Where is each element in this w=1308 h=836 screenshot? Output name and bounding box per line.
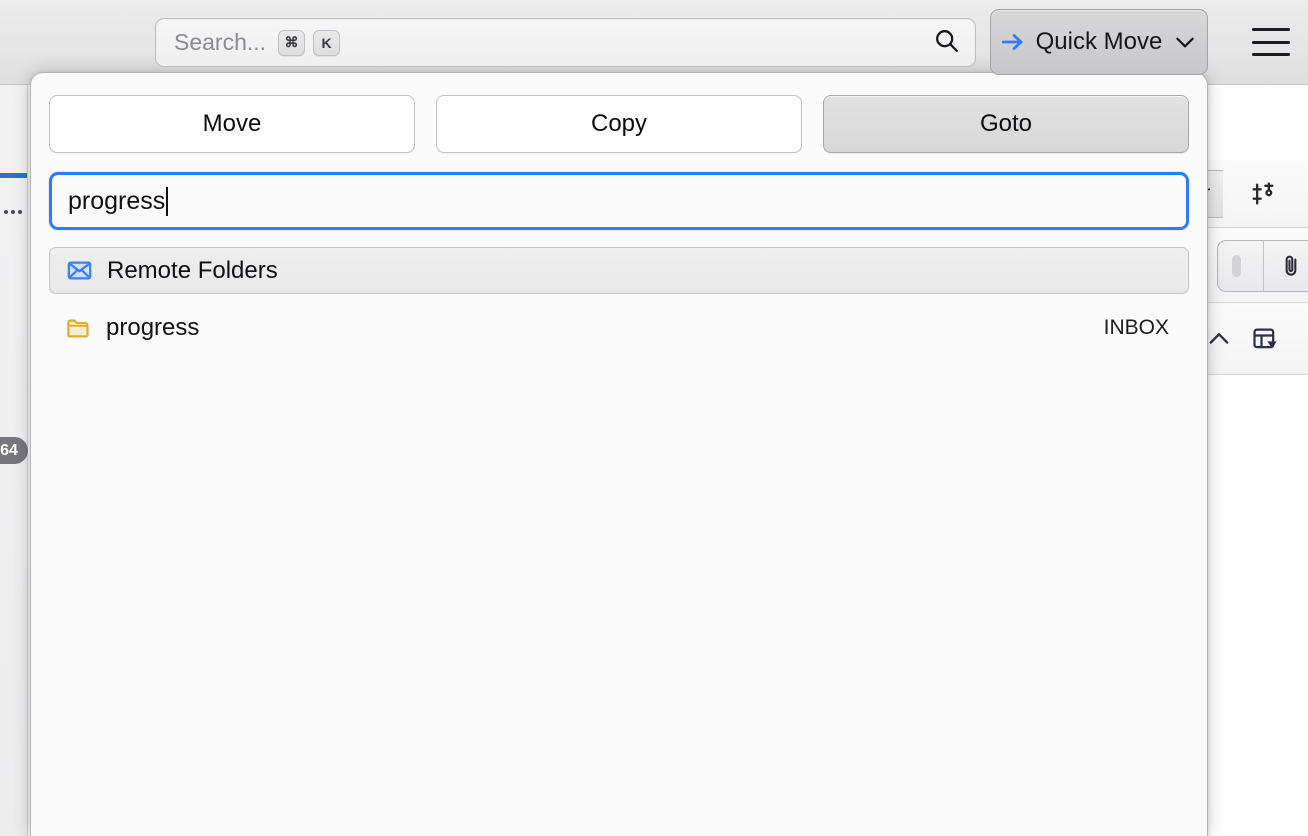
result-group-label: Remote Folders xyxy=(107,256,278,284)
more-horizontal-icon[interactable] xyxy=(0,200,26,224)
kbd-command: ⌘ xyxy=(278,29,306,56)
quick-move-button[interactable]: Quick Move xyxy=(990,9,1208,75)
search-icon[interactable] xyxy=(932,26,961,60)
background-right-toolbar-column: r xyxy=(1197,85,1308,836)
background-toolbar-row-1: r xyxy=(1197,160,1308,228)
hamburger-menu-icon[interactable] xyxy=(1252,28,1290,56)
results-list: Remote Folders progress INBOX xyxy=(49,247,1189,352)
quick-move-label: Quick Move xyxy=(1035,28,1163,55)
arrow-right-icon xyxy=(1000,29,1026,55)
folder-icon xyxy=(65,315,92,342)
tab-goto[interactable]: Goto xyxy=(823,95,1189,153)
list-item-label: progress xyxy=(106,314,200,341)
background-toolbar-row-2 xyxy=(1199,228,1308,303)
query-input-value: progress xyxy=(68,186,166,215)
list-item-meta: INBOX xyxy=(1103,316,1169,339)
kbd-k: K xyxy=(313,29,341,56)
query-input-wrapper: progress xyxy=(49,172,1189,230)
text-caret xyxy=(166,186,169,216)
background-toolbar-row-4 xyxy=(1199,375,1308,435)
quick-move-panel: Move Copy Goto progress Remote Folders p… xyxy=(30,72,1208,836)
toolbar-pill xyxy=(1232,255,1241,277)
toolbar-divider xyxy=(1263,240,1264,292)
attachment-paperclip-icon[interactable] xyxy=(1278,253,1304,279)
list-item-folder-progress[interactable]: progress INBOX xyxy=(49,304,1189,352)
attachment-button-group[interactable] xyxy=(1217,240,1308,292)
left-rail-selection-indicator xyxy=(0,173,27,178)
tab-copy[interactable]: Copy xyxy=(436,95,802,153)
count-badge: 64 xyxy=(0,437,28,464)
quick-move-search-input[interactable]: progress xyxy=(49,172,1189,230)
filter-sliders-icon[interactable] xyxy=(1249,180,1277,208)
mail-envelope-icon xyxy=(66,257,93,284)
table-dropdown-icon[interactable] xyxy=(1251,325,1279,353)
chevron-up-icon[interactable] xyxy=(1205,325,1233,353)
result-group-remote-folders[interactable]: Remote Folders xyxy=(49,247,1189,294)
search-shortcut-keys: ⌘ K xyxy=(278,29,341,56)
app-root: 64 r xyxy=(0,0,1308,836)
search-placeholder: Search... xyxy=(174,29,267,55)
tab-move[interactable]: Move xyxy=(49,95,415,153)
quick-move-tabs: Move Copy Goto xyxy=(49,95,1189,153)
background-toolbar-row-3 xyxy=(1199,303,1308,375)
chevron-down-icon xyxy=(1172,29,1198,55)
search-input[interactable]: Search... ⌘ K xyxy=(155,18,976,67)
